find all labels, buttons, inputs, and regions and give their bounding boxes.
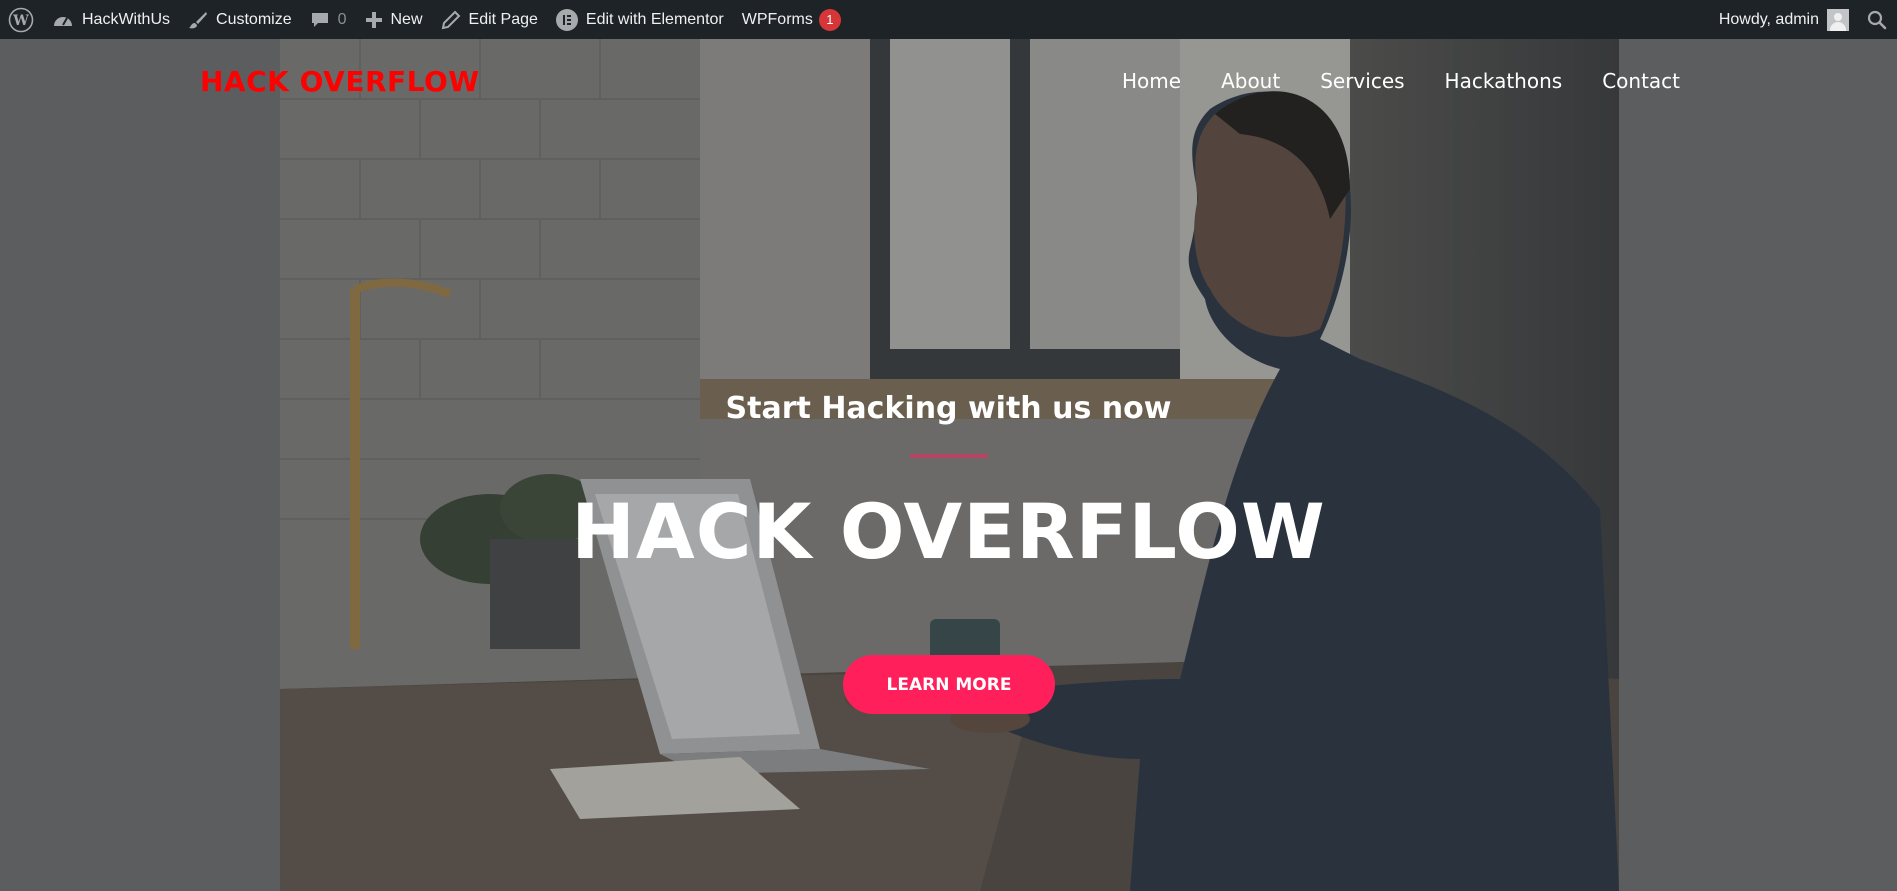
comment-icon <box>310 10 330 30</box>
edit-elementor-link[interactable]: Edit with Elementor <box>547 0 733 39</box>
elementor-icon <box>555 8 578 31</box>
plus-icon <box>365 11 383 29</box>
hero-title: HACK OVERFLOW <box>571 487 1326 576</box>
site-logo[interactable]: HACK OVERFLOW <box>200 65 480 98</box>
hero-tagline: Start Hacking with us now <box>725 391 1172 426</box>
edit-page-link[interactable]: Edit Page <box>432 0 547 39</box>
customize-link[interactable]: Customize <box>179 0 301 39</box>
svg-text:W: W <box>12 13 29 29</box>
edit-elementor-label: Edit with Elementor <box>585 10 724 28</box>
hero-section: HACK OVERFLOW Home About Services Hackat… <box>0 39 1897 891</box>
nav-services[interactable]: Services <box>1320 69 1404 93</box>
nav-home[interactable]: Home <box>1122 69 1181 93</box>
search-icon <box>1867 10 1887 30</box>
wpforms-notification-badge: 1 <box>818 8 841 31</box>
learn-more-button[interactable]: LEARN MORE <box>843 655 1055 714</box>
comments-count: 0 <box>337 10 347 28</box>
new-content-menu[interactable]: New <box>356 0 432 39</box>
wordpress-menu[interactable]: W <box>0 0 43 39</box>
hero-dark-overlay <box>280 39 1619 891</box>
hero-background-image <box>280 39 1619 891</box>
wp-admin-bar: W HackWithUs Customize 0 New Edit Page E… <box>0 0 1897 39</box>
customize-label: Customize <box>216 10 292 28</box>
wpforms-menu[interactable]: WPForms 1 <box>733 0 850 39</box>
pencil-icon <box>441 10 461 30</box>
avatar <box>1827 8 1849 31</box>
wpforms-label: WPForms <box>741 10 813 28</box>
dashboard-icon <box>52 11 74 29</box>
main-navigation: Home About Services Hackathons Contact <box>1122 69 1680 93</box>
admin-search[interactable] <box>1858 0 1897 39</box>
brush-icon <box>188 10 208 30</box>
new-label: New <box>390 10 423 28</box>
greeting-label: Howdy, admin <box>1718 10 1819 28</box>
wordpress-icon: W <box>8 7 34 33</box>
nav-contact[interactable]: Contact <box>1602 69 1680 93</box>
hero-divider <box>910 455 988 457</box>
comments-link[interactable]: 0 <box>301 0 356 39</box>
edit-page-label: Edit Page <box>468 10 538 28</box>
account-menu[interactable]: Howdy, admin <box>1710 0 1858 39</box>
nav-hackathons[interactable]: Hackathons <box>1445 69 1563 93</box>
site-name-label: HackWithUs <box>82 10 171 28</box>
site-name-menu[interactable]: HackWithUs <box>43 0 179 39</box>
nav-about[interactable]: About <box>1221 69 1280 93</box>
